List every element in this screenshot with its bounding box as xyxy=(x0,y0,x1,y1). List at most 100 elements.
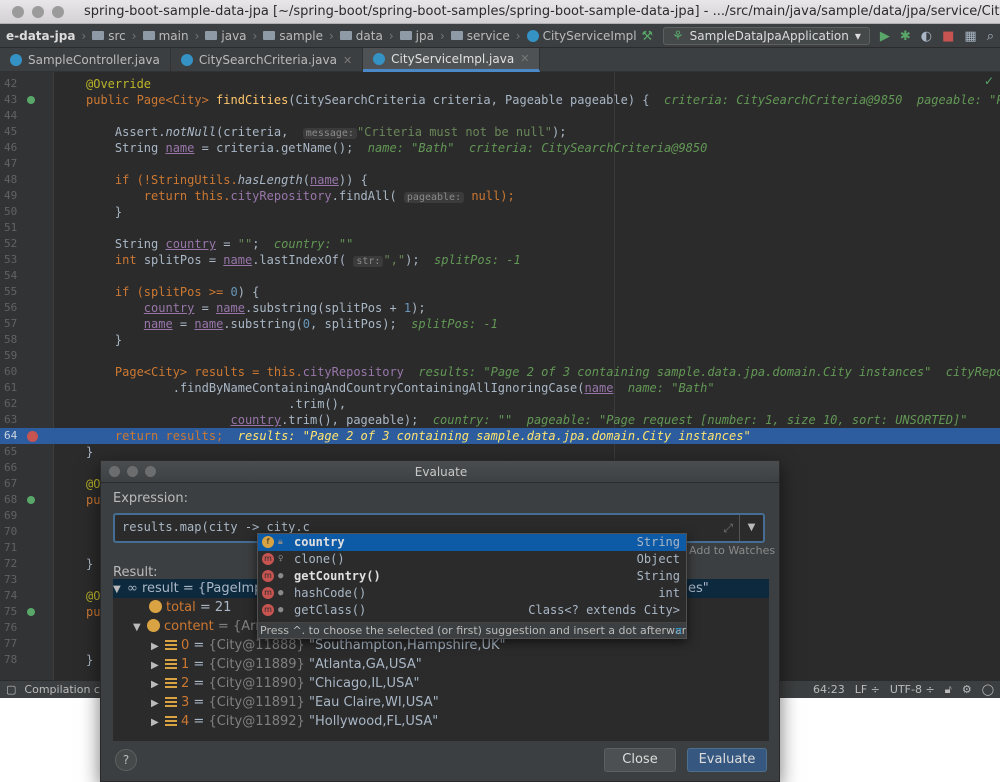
toggle-tool-windows-icon[interactable]: ▢ xyxy=(6,683,16,696)
dialog-title: Evaluate xyxy=(414,465,468,479)
add-to-watches-link[interactable]: Add to Watches xyxy=(689,544,775,557)
folder-icon xyxy=(399,31,412,40)
run-configuration-select[interactable]: ⚘ SampleDataJpaApplication ▾ xyxy=(662,27,870,45)
field-icon: f xyxy=(262,536,274,548)
tree-node-name: total xyxy=(166,600,196,615)
expand-right-icon[interactable]: ▶ xyxy=(151,675,165,694)
zoom-window-button[interactable] xyxy=(52,5,64,18)
expand-right-icon[interactable]: ▶ xyxy=(151,637,165,656)
help-button[interactable]: ? xyxy=(115,749,137,771)
breadcrumb-label: sample xyxy=(279,28,323,43)
tree-node-name: content xyxy=(164,619,214,634)
completion-item[interactable]: m ♀ clone() Object xyxy=(258,551,686,568)
hammer-build-icon[interactable]: ⚒ xyxy=(641,29,653,44)
minimize-dialog-button[interactable] xyxy=(127,466,138,477)
tree-row-item[interactable]: ▶ 3 = {City@11891} "Eau Claire,WI,USA" xyxy=(113,693,769,712)
minimize-window-button[interactable] xyxy=(32,5,44,18)
lock-icon[interactable]: 🔓︎ xyxy=(945,683,952,697)
line-number: 52 xyxy=(4,237,18,250)
line-number: 49 xyxy=(4,189,18,202)
expand-right-icon[interactable]: ▶ xyxy=(151,656,165,675)
coverage-icon[interactable]: ◐ xyxy=(921,29,932,44)
tree-node-value: = {Arr xyxy=(213,619,261,634)
override-marker-icon[interactable] xyxy=(27,496,35,504)
expand-down-icon[interactable]: ▼ xyxy=(133,618,147,637)
expand-down-icon[interactable]: ▼ xyxy=(113,580,127,599)
completion-type: int xyxy=(658,586,680,600)
close-tab-icon[interactable]: ✕ xyxy=(343,54,352,67)
completion-item[interactable]: m ● getClass() Class<? extends City> xyxy=(258,602,686,619)
window-controls[interactable] xyxy=(0,5,64,18)
tree-row-item[interactable]: ▶ 1 = {City@11889} "Atlanta,GA,USA" xyxy=(113,655,769,674)
code-token: name xyxy=(165,141,195,155)
event-log-icon[interactable]: ◯ xyxy=(982,683,994,696)
project-structure-icon[interactable]: ▦ xyxy=(964,29,976,44)
field-icon xyxy=(149,600,162,613)
line-number: 45 xyxy=(4,125,18,138)
code-token: if (splitPos >= xyxy=(114,285,231,299)
close-window-button[interactable] xyxy=(12,5,24,18)
close-tab-icon[interactable]: ✕ xyxy=(520,52,529,65)
zoom-dialog-button[interactable] xyxy=(145,466,156,477)
breadcrumb-class[interactable]: CityServiceImpl xyxy=(521,29,643,43)
run-icon[interactable]: ▶ xyxy=(880,29,890,44)
line-number: 70 xyxy=(4,525,18,538)
tree-row-item[interactable]: ▶ 2 = {City@11890} "Chicago,IL,USA" xyxy=(113,674,769,693)
caret-position[interactable]: 64:23 xyxy=(813,683,845,696)
tree-item-ref: {City@11889} xyxy=(208,657,305,672)
breadcrumb-src[interactable]: src xyxy=(86,29,132,43)
tab-cityserviceimpl[interactable]: CityServiceImpl.java ✕ xyxy=(363,48,541,72)
breadcrumb-data[interactable]: data xyxy=(334,29,389,43)
line-number: 44 xyxy=(4,109,18,122)
code-line: 63 country.trim(), pageable); country: "… xyxy=(0,412,1000,428)
expression-text[interactable]: results.map(city -> city.c xyxy=(122,520,310,534)
override-marker-icon[interactable] xyxy=(27,96,35,104)
close-dialog-button[interactable] xyxy=(109,466,120,477)
breadcrumb-java[interactable]: java xyxy=(199,29,252,43)
breadcrumb-jpa[interactable]: jpa xyxy=(394,29,440,43)
stop-icon[interactable]: ■ xyxy=(942,29,954,44)
dialog-title-bar: Evaluate xyxy=(101,461,779,483)
code-token: = criteria.getName(); xyxy=(194,141,354,155)
code-line: 51 xyxy=(0,220,1000,236)
code-token: name xyxy=(194,317,224,331)
line-number: 72 xyxy=(4,557,18,570)
code-token: name xyxy=(216,301,245,315)
tab-citysearchcriteria[interactable]: CitySearchCriteria.java ✕ xyxy=(171,48,364,72)
status-message[interactable]: Compilation c xyxy=(24,683,100,696)
expand-right-icon[interactable]: ▶ xyxy=(151,694,165,713)
override-marker-icon[interactable] xyxy=(27,608,35,616)
tree-item-value: "Southampton,Hampshire,UK" xyxy=(308,638,506,653)
expand-icon[interactable]: ⤢ xyxy=(723,521,733,536)
completion-item[interactable]: m ● getCountry() String xyxy=(258,568,686,585)
code-token: (criteria, xyxy=(216,125,296,139)
completion-item[interactable]: f 🔒︎ country String xyxy=(258,534,686,551)
search-icon[interactable]: ⌕ xyxy=(987,29,994,44)
line-separator-select[interactable]: LF ÷ xyxy=(855,683,880,696)
tree-item-ref: {City@11891} xyxy=(208,695,305,710)
protected-key-icon: ♀ xyxy=(278,554,284,564)
close-button[interactable]: Close xyxy=(604,748,676,772)
code-token: cityRepository xyxy=(302,365,404,379)
encoding-select[interactable]: UTF-8 ÷ xyxy=(890,683,935,696)
completion-type: String xyxy=(636,535,680,549)
breadcrumb-project[interactable]: e-data-jpa xyxy=(0,29,81,43)
breakpoint-icon[interactable] xyxy=(27,431,38,442)
pi-icon[interactable]: π xyxy=(675,623,682,638)
code-token: cityRepository xyxy=(230,189,332,203)
tree-row-item[interactable]: ▶ 4 = {City@11892} "Hollywood,FL,USA" xyxy=(113,712,769,731)
evaluate-button[interactable]: Evaluate xyxy=(687,748,767,772)
history-dropdown-button[interactable]: ▼ xyxy=(739,515,763,541)
breadcrumb-service[interactable]: service xyxy=(445,29,516,43)
completion-item[interactable]: m ● hashCode() int xyxy=(258,585,686,602)
line-number: 73 xyxy=(4,573,18,586)
expand-right-icon[interactable]: ▶ xyxy=(151,713,165,732)
folder-icon xyxy=(263,31,276,40)
debug-value-hint: name: "Bath" xyxy=(627,381,715,395)
breadcrumb-main[interactable]: main xyxy=(137,29,195,43)
breadcrumb-sample[interactable]: sample xyxy=(257,29,329,43)
code-token: ); xyxy=(405,253,420,267)
inspector-icon[interactable]: ⚙ xyxy=(962,683,972,696)
tab-samplecontroller[interactable]: SampleController.java xyxy=(0,48,171,72)
debug-bug-icon[interactable]: ✱ xyxy=(900,29,911,44)
